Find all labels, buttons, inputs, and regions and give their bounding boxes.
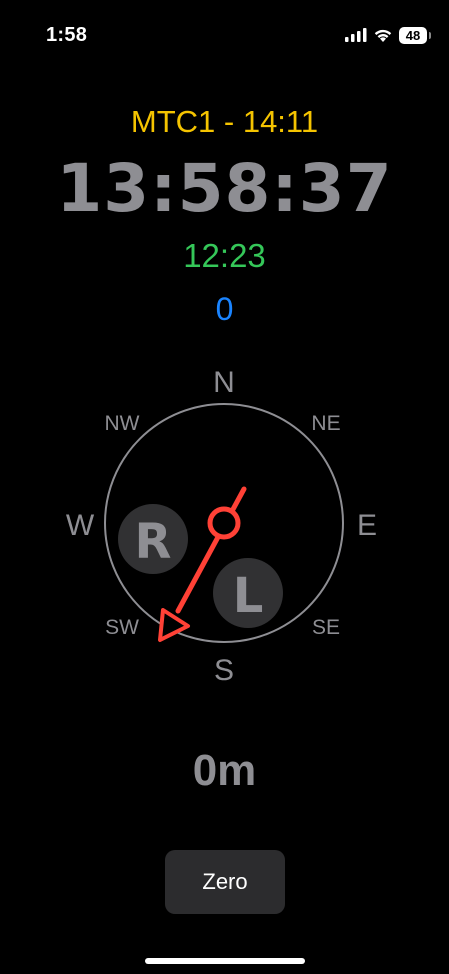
zero-button[interactable]: Zero (165, 850, 285, 914)
compass-label-ne: NE (311, 412, 340, 435)
left-marker-label: L (233, 568, 264, 624)
compass-label-sw: SW (105, 616, 139, 639)
zero-button-label: Zero (202, 869, 248, 894)
right-marker-label: R (135, 514, 172, 570)
compass: N NE E SE S SW W NW R L (66, 366, 377, 687)
distance-value: 0m (192, 746, 257, 795)
compass-label-nw: NW (105, 412, 140, 435)
compass-label-s: S (214, 654, 234, 687)
compass-label-w: W (66, 509, 95, 542)
compass-label-se: SE (312, 616, 340, 639)
compass-label-e: E (357, 509, 377, 542)
compass-label-n: N (213, 366, 235, 399)
home-indicator[interactable] (145, 958, 305, 964)
